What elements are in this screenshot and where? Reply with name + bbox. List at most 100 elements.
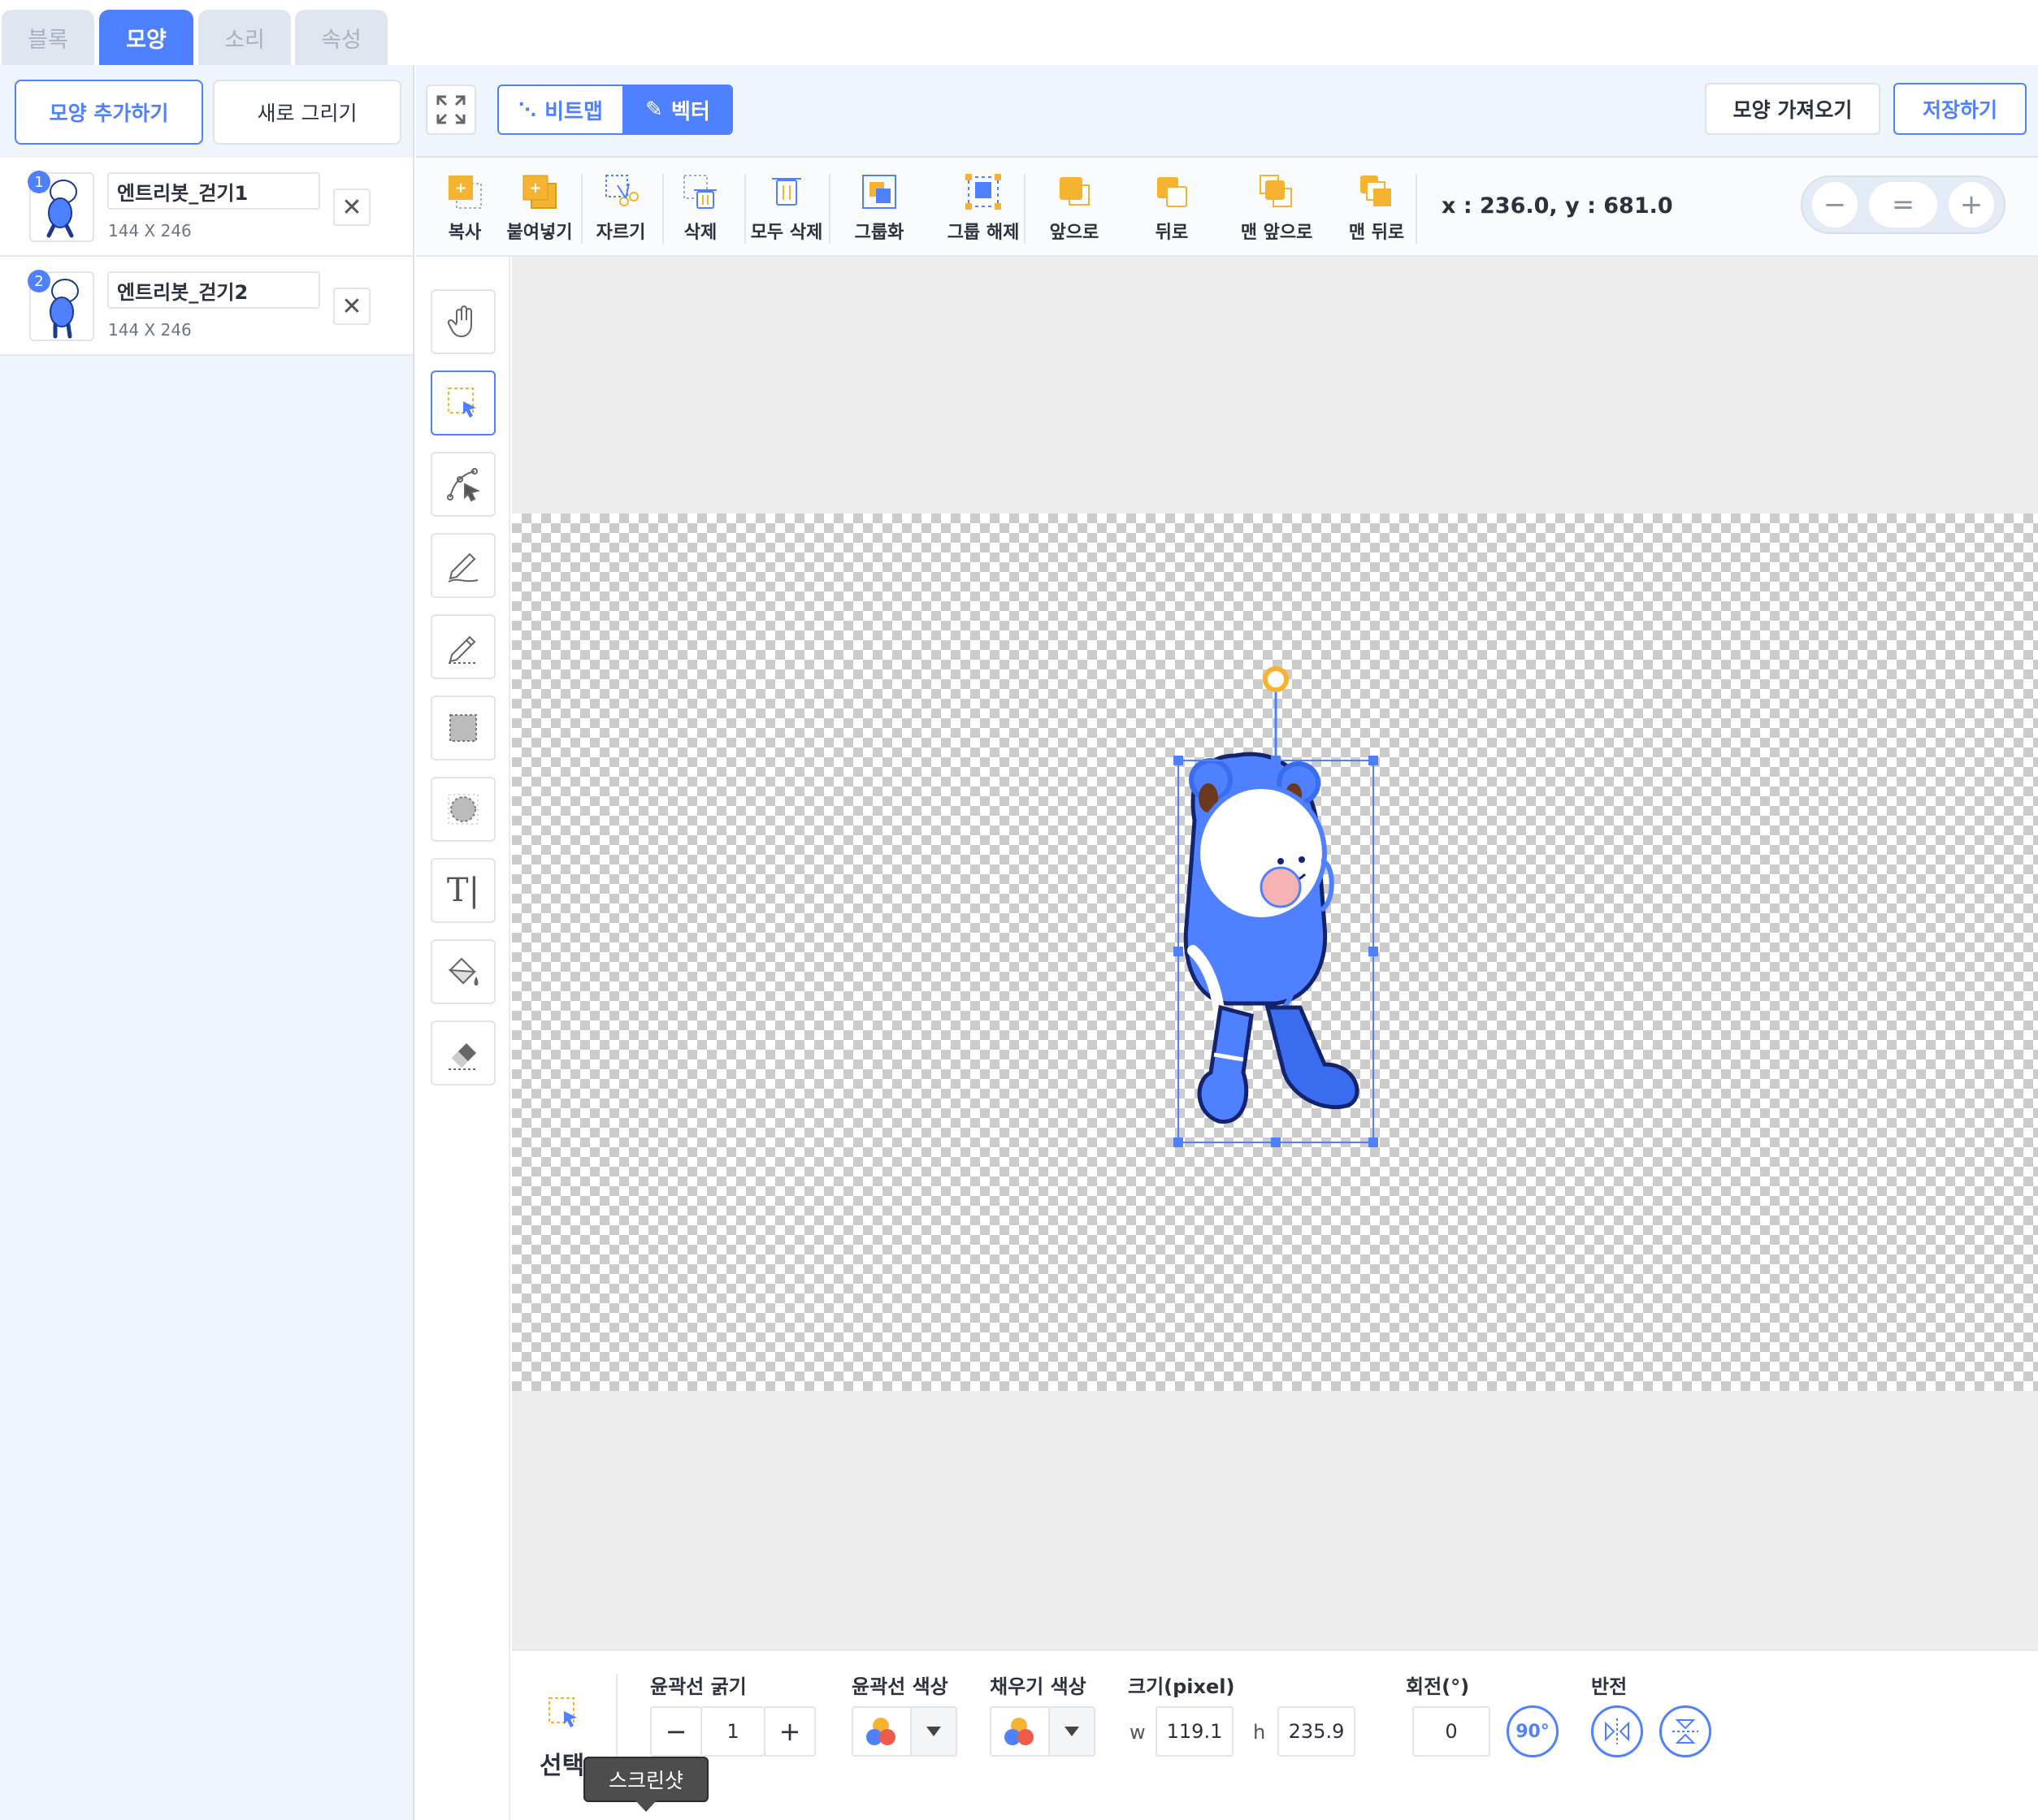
expand-icon [436, 95, 466, 124]
width-input[interactable]: 119.1 [1156, 1706, 1234, 1757]
group-button[interactable]: 그룹화 [839, 172, 920, 244]
ellipse-tool[interactable] [431, 777, 496, 842]
cut-button[interactable]: 자르기 [588, 172, 653, 244]
select-icon [549, 1697, 577, 1727]
editor-top-bar: ⋱ 비트맵 ✎ 벡터 모양 가져오기 저장하기 [416, 65, 2038, 158]
select-tool[interactable] [431, 370, 496, 436]
trash-icon [767, 172, 806, 211]
flip-vertical-icon [1672, 1719, 1698, 1744]
fill-icon [448, 957, 479, 986]
zoom-in-button[interactable]: + [1949, 182, 1994, 228]
palette-icon [866, 1718, 895, 1745]
stroke-color-picker[interactable] [852, 1706, 957, 1757]
costume-number: 1 [28, 171, 50, 193]
fill-color-picker[interactable] [990, 1706, 1095, 1757]
scissors-icon [601, 172, 640, 211]
flip-horizontal-button[interactable] [1591, 1705, 1643, 1757]
tooltip-arrow [635, 1800, 657, 1812]
tab-bar: 블록 모양 소리 속성 [0, 0, 2038, 65]
rotation-input[interactable]: 0 [1412, 1706, 1490, 1757]
bitmap-icon: ⋱ [518, 99, 537, 120]
hand-tool[interactable] [431, 289, 496, 354]
zoom-control: − = + [1801, 176, 2005, 234]
costume-item[interactable]: 2 엔트리봇_걷기2 144 X 246 ✕ [0, 257, 413, 356]
path-select-tool[interactable] [431, 452, 496, 517]
send-to-back-icon [1357, 172, 1396, 211]
toolbar-divider [581, 174, 583, 244]
tab-properties[interactable]: 속성 [295, 10, 388, 65]
delete-costume-button[interactable]: ✕ [333, 288, 371, 325]
bring-to-front-icon [1257, 172, 1296, 211]
delete-button[interactable]: 삭제 [668, 172, 733, 244]
eraser-icon [449, 1043, 478, 1070]
text-tool[interactable]: T| [431, 858, 496, 923]
add-shape-button[interactable]: 모양 추가하기 [15, 80, 203, 145]
bring-to-front-button[interactable]: 맨 앞으로 [1224, 172, 1329, 244]
zoom-out-button[interactable]: − [1812, 182, 1858, 228]
edit-toolbar: + 복사 + 붙여넣기 자르기 삭제 모두 삭제 그룹화 그룹 해제 앞으로 뒤… [416, 158, 2038, 257]
bring-forward-icon [1055, 172, 1094, 211]
vector-mode-button[interactable]: ✎ 벡터 [622, 86, 731, 133]
stroke-width-label: 윤곽선 굵기 [650, 1675, 747, 1698]
drawing-tools: T| [416, 257, 510, 1820]
delete-costume-button[interactable]: ✕ [333, 188, 371, 226]
costume-name-input[interactable]: 엔트리봇_걷기1 [107, 172, 320, 210]
select-icon [448, 388, 476, 418]
costume-thumbnail: 1 [28, 171, 94, 242]
rectangle-tool[interactable] [431, 696, 496, 760]
stroke-width-decrease[interactable]: − [650, 1706, 702, 1757]
tab-shapes[interactable]: 모양 [99, 10, 193, 65]
height-input[interactable]: 235.9 [1277, 1706, 1355, 1757]
pen-tool[interactable] [431, 533, 496, 598]
send-backward-button[interactable]: 뒤로 [1131, 172, 1212, 244]
stroke-width-input[interactable]: 1 [700, 1706, 765, 1757]
palette-icon [1004, 1718, 1034, 1745]
toolbar-divider [1024, 174, 1026, 244]
tab-sounds[interactable]: 소리 [198, 10, 291, 65]
svg-text:+: + [529, 180, 541, 197]
selected-character[interactable] [1162, 658, 1390, 1162]
costume-panel: 모양 추가하기 새로 그리기 1 엔트리봇_걷기1 144 X 246 ✕ 2 … [0, 65, 414, 1820]
copy-button[interactable]: + 복사 [434, 172, 496, 244]
flip-label: 반전 [1591, 1675, 1628, 1698]
flip-vertical-button[interactable] [1659, 1705, 1711, 1757]
path-select-icon [447, 468, 480, 502]
delete-all-button[interactable]: 모두 삭제 [746, 172, 827, 244]
costume-thumbnail: 2 [28, 270, 94, 341]
toolbar-divider [829, 174, 830, 244]
close-icon: ✕ [341, 292, 362, 321]
toolbar-divider [1416, 174, 1417, 244]
zoom-reset-button[interactable]: = [1869, 182, 1937, 228]
fullscreen-button[interactable] [426, 84, 476, 135]
ungroup-button[interactable]: 그룹 해제 [933, 172, 1034, 244]
stroke-width-increase[interactable]: + [764, 1706, 816, 1757]
new-draw-button[interactable]: 새로 그리기 [213, 80, 401, 145]
save-button[interactable]: 저장하기 [1893, 83, 2027, 135]
bring-forward-button[interactable]: 앞으로 [1034, 172, 1115, 244]
properties-bar: 선택 윤곽선 굵기 − 1 + 윤곽선 색상 채우기 색상 크기(pixel) … [512, 1649, 2038, 1820]
tab-blocks[interactable]: 블록 [2, 10, 94, 65]
copy-icon: + [445, 172, 484, 211]
pen-nib-icon: ✎ [645, 98, 663, 122]
costume-item[interactable]: 1 엔트리봇_걷기1 144 X 246 ✕ [0, 158, 413, 257]
chevron-down-icon [910, 1708, 956, 1755]
pencil-tool[interactable] [431, 614, 496, 679]
eraser-tool[interactable] [431, 1020, 496, 1086]
fill-tool[interactable] [431, 939, 496, 1004]
cursor-coordinates: x : 236.0, y : 681.0 [1442, 193, 1673, 219]
costume-name-input[interactable]: 엔트리봇_걷기2 [107, 271, 320, 309]
bitmap-mode-button[interactable]: ⋱ 비트맵 [499, 86, 622, 133]
pen-icon [448, 552, 479, 583]
paste-button[interactable]: + 붙여넣기 [501, 172, 579, 244]
costume-size: 144 X 246 [108, 221, 192, 240]
rotation-label: 회전(°) [1406, 1675, 1470, 1698]
import-shape-button[interactable]: 모양 가져오기 [1705, 83, 1880, 135]
current-tool-name: 선택 [540, 1752, 585, 1780]
ellipse-icon [448, 794, 479, 825]
send-to-back-button[interactable]: 맨 뒤로 [1334, 172, 1419, 244]
rotate-90-button[interactable]: 90° [1507, 1705, 1559, 1757]
paste-icon: + [520, 172, 559, 211]
text-icon: T| [446, 872, 480, 909]
costume-size: 144 X 246 [108, 320, 192, 340]
mode-toggle: ⋱ 비트맵 ✎ 벡터 [497, 84, 733, 135]
